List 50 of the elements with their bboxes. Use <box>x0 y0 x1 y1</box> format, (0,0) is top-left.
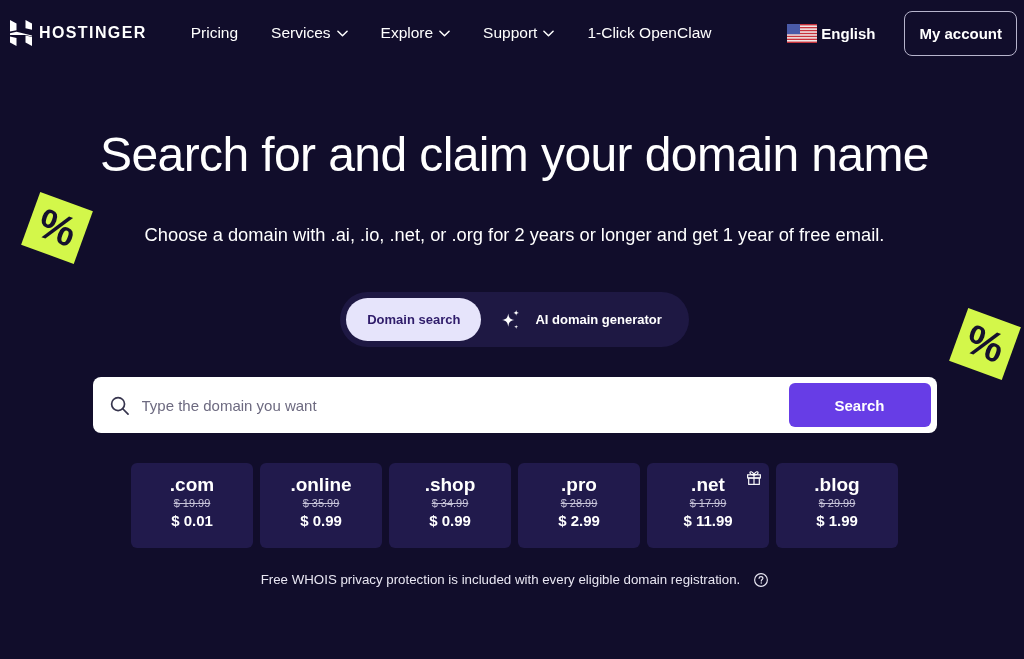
privacy-note: Free WHOIS privacy protection is included with every eligible domain registration. <box>260 572 741 587</box>
domain-extension: .shop <box>424 474 476 496</box>
flag-icon <box>787 23 818 43</box>
search-icon <box>109 395 129 415</box>
help-icon[interactable] <box>754 572 769 587</box>
domain-extension: .pro <box>561 474 597 496</box>
old-price: $ 28.99 <box>560 496 598 510</box>
sale-price: $ 0.99 <box>300 511 342 531</box>
tab[interactable]: Domain search <box>346 298 482 341</box>
sparkle-icon <box>502 310 520 329</box>
domain-card[interactable]: .online $ 35.99 $ 0.99 <box>260 463 382 548</box>
discount-tag: % <box>949 308 1021 380</box>
domain-extension: .net <box>691 474 725 496</box>
nav-link[interactable]: 1-Click OpenClaw <box>587 24 712 42</box>
domain-card[interactable]: .net $ 17.99 $ 11.99 <box>647 463 769 548</box>
search-button[interactable]: Search <box>788 383 931 427</box>
tab[interactable]: AI domain generator <box>481 298 683 341</box>
chevron-down-icon <box>439 29 451 37</box>
sale-price: $ 0.01 <box>171 511 213 531</box>
domain-card[interactable]: .blog $ 29.99 $ 1.99 <box>776 463 898 548</box>
page-title: Search for and claim your domain name <box>100 127 929 183</box>
subtitle: Choose a domain with .ai, .io, .net, or .org for 2 years or longer and get 1 year of free email. <box>144 224 885 246</box>
sale-price: $ 2.99 <box>558 511 600 531</box>
logo-icon <box>10 20 32 46</box>
old-price: $ 34.99 <box>431 496 469 510</box>
old-price: $ 29.99 <box>818 496 856 510</box>
language-selector[interactable]: English <box>787 23 876 43</box>
nav-link[interactable]: Support <box>483 24 555 42</box>
nav-link[interactable]: Services <box>271 24 348 42</box>
domain-extension: .online <box>290 474 352 496</box>
chevron-down-icon <box>543 29 555 37</box>
old-price: $ 35.99 <box>302 496 340 510</box>
domain-card[interactable]: .com $ 19.99 $ 0.01 <box>131 463 253 548</box>
domain-extension: .com <box>169 474 215 496</box>
search-bar[interactable]: Type the domain you want Search <box>92 377 937 433</box>
sale-price: $ 0.99 <box>429 511 471 531</box>
old-price: $ 19.99 <box>173 496 211 510</box>
search-field[interactable]: Type the domain you want <box>141 390 776 420</box>
nav-link[interactable]: Pricing <box>190 24 239 42</box>
domain-card[interactable]: .shop $ 34.99 $ 0.99 <box>389 463 511 548</box>
account-button[interactable]: My account <box>904 10 1017 56</box>
nav-link[interactable]: Explore <box>380 24 451 42</box>
sale-price: $ 11.99 <box>683 511 733 531</box>
old-price: $ 17.99 <box>689 496 727 510</box>
chevron-down-icon <box>336 29 348 37</box>
discount-tag: % <box>21 192 93 264</box>
sale-price: $ 1.99 <box>816 511 858 531</box>
domain-card[interactable]: .pro $ 28.99 $ 2.99 <box>518 463 640 548</box>
domain-extension: .blog <box>814 474 860 496</box>
brand-name: HOSTINGER <box>39 24 147 42</box>
